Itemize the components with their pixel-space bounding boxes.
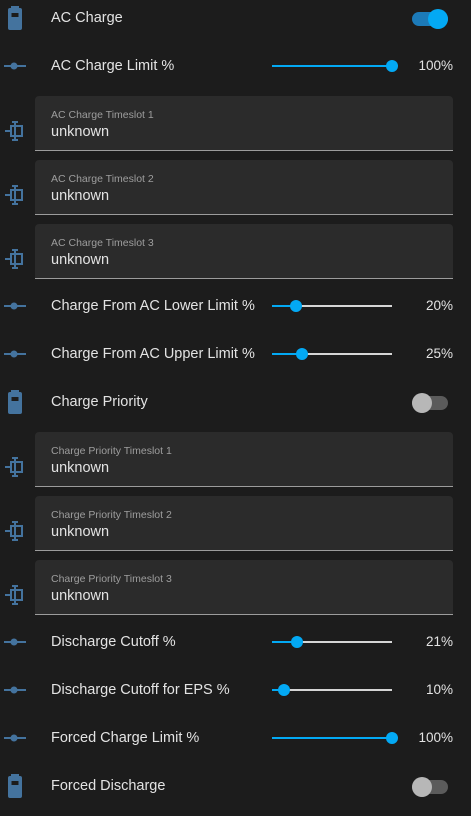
timeslot-input-value: unknown <box>51 524 110 540</box>
slider-value: 21% <box>425 634 453 649</box>
value-slider[interactable] <box>272 347 392 361</box>
slider-thumb[interactable] <box>278 684 290 696</box>
battery-icon <box>0 774 30 798</box>
timeslot-icon <box>0 119 30 143</box>
slider-icon <box>0 726 30 750</box>
slider-thumb[interactable] <box>296 348 308 360</box>
slider-value: 100% <box>418 730 453 745</box>
timeslot-input[interactable]: AC Charge Timeslot 3 unknown <box>35 224 453 279</box>
entity-row-charge-priority: Charge Priority <box>0 384 471 432</box>
entity-row-charge-priority-timeslot-2: Charge Priority Timeslot 2 unknown <box>0 496 471 560</box>
entity-row-ac-charge-limit-pct: AC Charge Limit % 100% <box>0 48 471 96</box>
toggle-knob[interactable] <box>428 9 448 29</box>
slider-thumb[interactable] <box>290 300 302 312</box>
toggle-knob[interactable] <box>412 777 432 797</box>
timeslot-input-label: AC Charge Timeslot 3 <box>51 237 154 249</box>
entity-label: Charge From AC Lower Limit % <box>51 298 255 314</box>
battery-icon <box>0 390 30 414</box>
value-slider[interactable] <box>272 731 398 745</box>
timeslot-icon <box>0 183 30 207</box>
timeslot-input-label: Charge Priority Timeslot 2 <box>51 509 172 521</box>
entity-label: Discharge Cutoff % <box>51 634 176 650</box>
timeslot-input[interactable]: Charge Priority Timeslot 1 unknown <box>35 432 453 487</box>
slider-value: 20% <box>425 298 453 313</box>
timeslot-input-label: Charge Priority Timeslot 3 <box>51 573 172 585</box>
timeslot-input[interactable]: Charge Priority Timeslot 2 unknown <box>35 496 453 551</box>
slider-icon <box>0 678 30 702</box>
entity-label: Charge From AC Upper Limit % <box>51 346 255 362</box>
slider-icon <box>0 342 30 366</box>
timeslot-input-label: AC Charge Timeslot 2 <box>51 173 154 185</box>
entity-row-forced-charge-limit-pct: Forced Charge Limit % 100% <box>0 720 471 768</box>
toggle-switch[interactable] <box>410 393 450 413</box>
entity-row-ac-charge: AC Charge <box>0 0 471 48</box>
slider-thumb[interactable] <box>291 636 304 648</box>
toggle-switch[interactable] <box>410 9 450 29</box>
entity-label: Forced Discharge <box>51 778 166 794</box>
entity-row-charge-priority-timeslot-3: Charge Priority Timeslot 3 unknown <box>0 560 471 624</box>
timeslot-icon <box>0 247 30 271</box>
slider-icon <box>0 294 30 318</box>
toggle-switch[interactable] <box>410 777 450 797</box>
timeslot-input-value: unknown <box>51 252 110 268</box>
slider-rail <box>272 689 392 691</box>
entity-row-ac-charge-timeslot-2: AC Charge Timeslot 2 unknown <box>0 160 471 224</box>
slider-thumb[interactable] <box>386 60 398 72</box>
timeslot-input-value: unknown <box>51 460 110 476</box>
value-slider[interactable] <box>272 299 392 313</box>
timeslot-icon <box>0 519 30 543</box>
slider-icon <box>0 630 30 654</box>
slider-icon <box>0 54 30 78</box>
entity-row-discharge-cutoff-for-eps-pct: Discharge Cutoff for EPS % 10% <box>0 672 471 720</box>
entity-row-charge-from-ac-upper-limit-pct: Charge From AC Upper Limit % 25% <box>0 336 471 384</box>
entity-row-ac-charge-timeslot-1: AC Charge Timeslot 1 unknown <box>0 96 471 160</box>
entity-label: Forced Charge Limit % <box>51 730 200 746</box>
timeslot-input[interactable]: Charge Priority Timeslot 3 unknown <box>35 560 453 615</box>
timeslot-icon <box>0 455 30 479</box>
timeslot-input[interactable]: AC Charge Timeslot 1 unknown <box>35 96 453 151</box>
timeslot-input-value: unknown <box>51 188 110 204</box>
entity-row-forced-discharge: Forced Discharge <box>0 768 471 816</box>
entity-label: AC Charge Limit % <box>51 58 175 74</box>
battery-icon <box>0 6 30 30</box>
timeslot-icon <box>0 583 30 607</box>
value-slider[interactable] <box>272 683 392 697</box>
slider-fill <box>272 737 392 739</box>
slider-fill <box>272 65 392 67</box>
toggle-knob[interactable] <box>412 393 432 413</box>
timeslot-input-label: AC Charge Timeslot 1 <box>51 109 154 121</box>
entity-row-ac-charge-timeslot-3: AC Charge Timeslot 3 unknown <box>0 224 471 288</box>
entity-row-discharge-cutoff-pct: Discharge Cutoff % 21% <box>0 624 471 672</box>
timeslot-input[interactable]: AC Charge Timeslot 2 unknown <box>35 160 453 215</box>
timeslot-input-value: unknown <box>51 588 110 604</box>
slider-value: 25% <box>425 346 453 361</box>
value-slider[interactable] <box>272 59 398 73</box>
slider-value: 100% <box>418 58 453 73</box>
entity-label: AC Charge <box>51 10 123 26</box>
value-slider[interactable] <box>272 635 392 649</box>
slider-value: 10% <box>425 682 453 697</box>
entities-list: AC Charge AC Charge Limit % 100% AC Charge … <box>0 0 471 816</box>
entity-label: Discharge Cutoff for EPS % <box>51 682 230 698</box>
slider-thumb[interactable] <box>386 732 398 744</box>
entity-row-charge-priority-timeslot-1: Charge Priority Timeslot 1 unknown <box>0 432 471 496</box>
entity-row-charge-from-ac-lower-limit-pct: Charge From AC Lower Limit % 20% <box>0 288 471 336</box>
timeslot-input-value: unknown <box>51 124 110 140</box>
timeslot-input-label: Charge Priority Timeslot 1 <box>51 445 172 457</box>
entity-label: Charge Priority <box>51 394 148 410</box>
